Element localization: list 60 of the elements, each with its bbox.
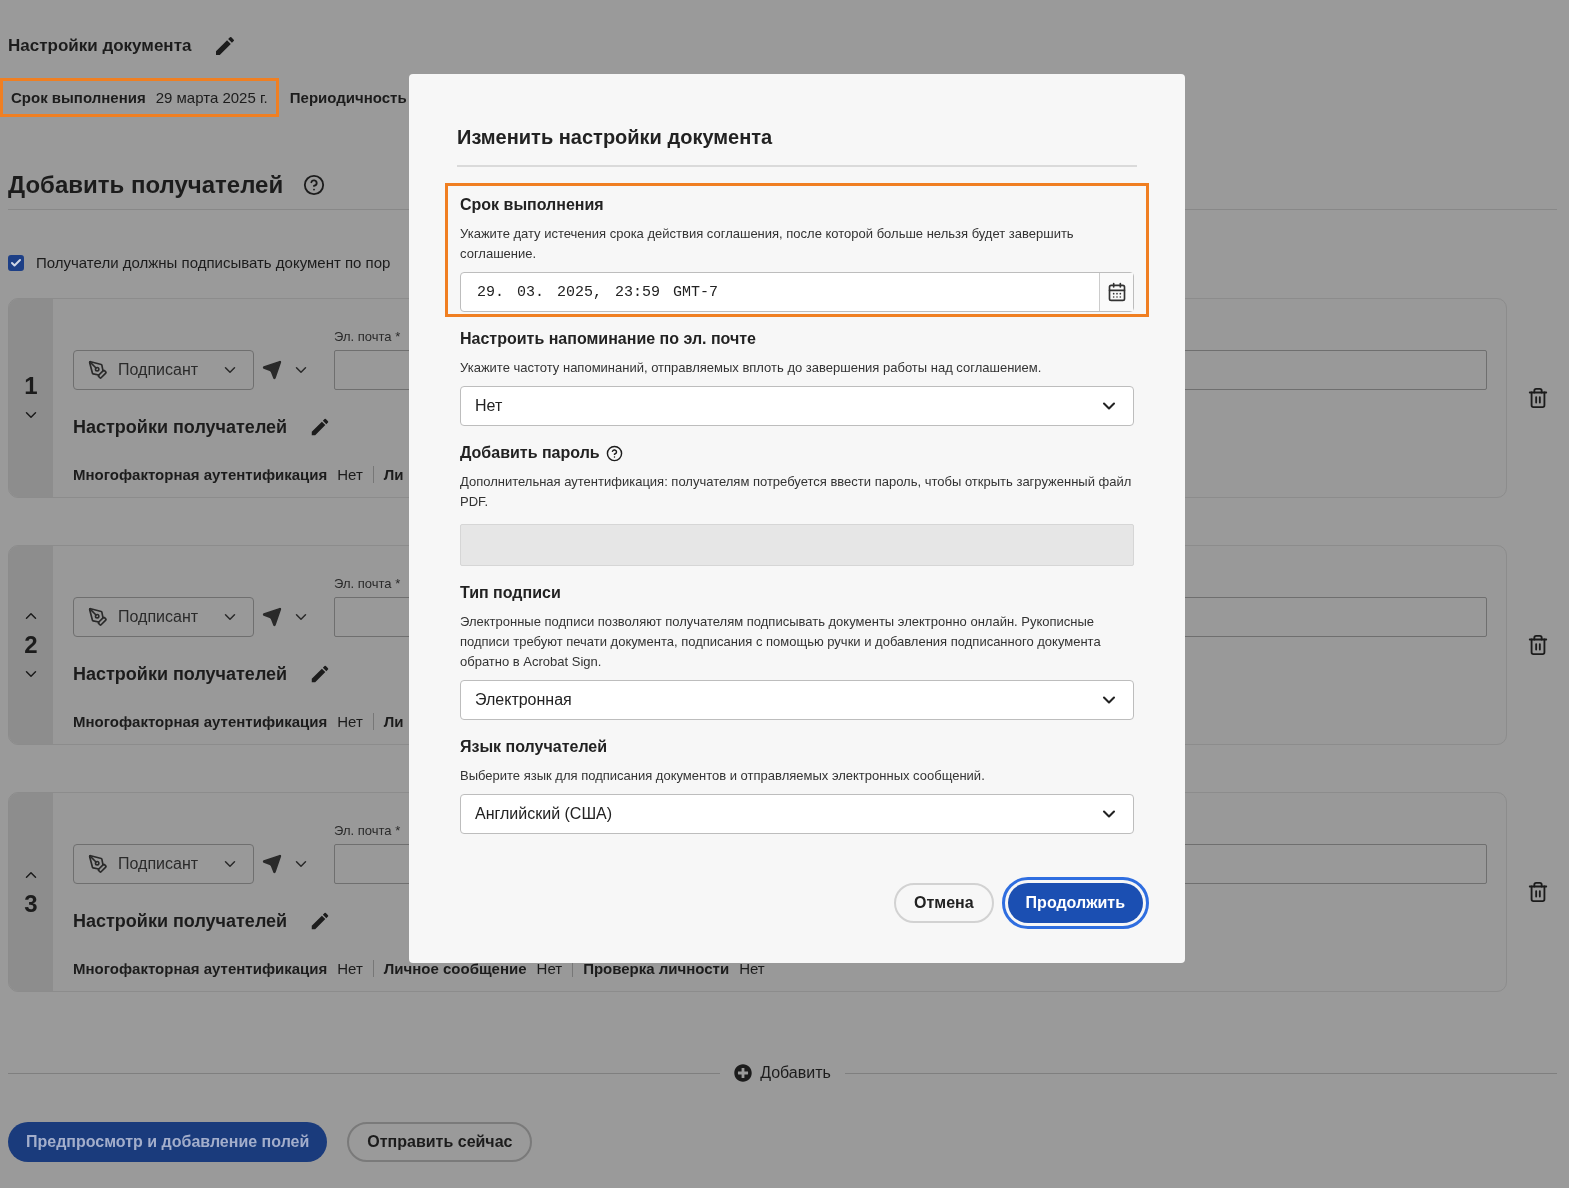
- section-title: Настройки документа: [8, 36, 192, 56]
- date-time-field[interactable]: 29. 03. 2025, 23:59 GMT-7: [460, 272, 1134, 312]
- setting-label: Многофакторная аутентификация: [73, 960, 328, 977]
- settings-title: Настройки получателей: [73, 663, 288, 685]
- checkmark-icon: [10, 256, 22, 269]
- setting-label: Срок выполнения: [11, 89, 146, 106]
- role-dropdown[interactable]: Подписант: [73, 597, 254, 637]
- pen-icon: [88, 607, 108, 627]
- trash-icon[interactable]: [1527, 634, 1549, 656]
- section-title: Настроить напоминание по эл. почте: [460, 330, 756, 348]
- recipient-number: 1: [24, 372, 38, 400]
- section-title: Добавить пароль: [460, 444, 600, 462]
- section-title: Тип подписи: [460, 584, 561, 602]
- field-label: Эл. почта *: [334, 329, 401, 344]
- pen-icon: [88, 854, 108, 874]
- dropdown[interactable]: Электронная: [460, 680, 1134, 720]
- recipient-number: 2: [24, 631, 38, 659]
- calendar-icon[interactable]: [1099, 273, 1133, 311]
- setting-value: Нет: [536, 960, 563, 977]
- page-heading: Добавить получателей: [8, 171, 284, 199]
- send-button[interactable]: Отправить сейчас: [347, 1122, 533, 1162]
- setting-value: Нет: [337, 713, 363, 730]
- checkbox[interactable]: [8, 254, 24, 271]
- role-dropdown[interactable]: Подписант: [73, 844, 254, 884]
- settings-title: Настройки получателей: [73, 910, 288, 932]
- trash-icon[interactable]: [1527, 387, 1549, 409]
- field-label: Эл. почта *: [334, 823, 401, 838]
- setting-value: Нет: [337, 466, 363, 483]
- pen-icon: [88, 360, 108, 380]
- section-title: Язык получателей: [460, 738, 608, 756]
- add-button[interactable]: Добавить: [734, 1064, 831, 1082]
- checkbox-label: Получатели должны подписывать документ по пор: [36, 254, 391, 271]
- role-dropdown[interactable]: Подписант: [73, 350, 254, 390]
- dialog-title: Изменить настройки документа: [457, 126, 1137, 167]
- setting-label: Личное сообщение: [383, 960, 527, 977]
- help-icon[interactable]: [303, 174, 326, 196]
- setting-label: Ли: [383, 713, 404, 730]
- setting-label: Многофакторная аутентификация: [73, 713, 328, 730]
- section-description: Выберите язык для подписания документов и отправляемых электронных сообщений.: [460, 767, 986, 785]
- setting-value: Нет: [739, 960, 765, 977]
- recipient-number: 3: [24, 890, 38, 918]
- setting-label: Многофакторная аутентификация: [73, 466, 328, 483]
- setting-value: Нет: [337, 960, 363, 977]
- dropdown[interactable]: Английский (США): [460, 794, 1134, 834]
- section-title: Срок выполнения: [460, 196, 604, 214]
- field-label: Эл. почта *: [334, 576, 401, 591]
- cancel-button[interactable]: Отмена: [894, 883, 994, 923]
- setting-label: Периодичность: [289, 89, 407, 106]
- section-description: Укажите частоту напоминаний, отправляемых вплоть до завершения работы над соглашением.: [460, 359, 1043, 377]
- plus-icon: [734, 1064, 753, 1082]
- preview-button[interactable]: Предпросмотр и добавление полей: [8, 1122, 328, 1162]
- setting-label: Ли: [383, 466, 404, 483]
- section-description: Дополнительная аутентификация: получателям потребуется ввести пароль, чтобы открыть загруженный файл PDF.: [460, 473, 1133, 511]
- section-description: Укажите дату истечения срока действия соглашения, после которой больше нельзя будет завершить соглашение.: [460, 225, 1075, 263]
- setting-label: Проверка личности: [583, 960, 730, 977]
- dropdown[interactable]: Нет: [460, 386, 1134, 426]
- settings-title: Настройки получателей: [73, 416, 288, 438]
- setting-value: 29 марта 2025 г.: [155, 89, 268, 106]
- trash-icon[interactable]: [1527, 881, 1549, 903]
- section-description: Электронные подписи позволяют получателям подписывать документы электронно онлайн. Рукописные подписи требуют печати документа, подписания с помощью ручки и добавления подписанного документа обратно в Acrobat Sign.: [460, 613, 1102, 671]
